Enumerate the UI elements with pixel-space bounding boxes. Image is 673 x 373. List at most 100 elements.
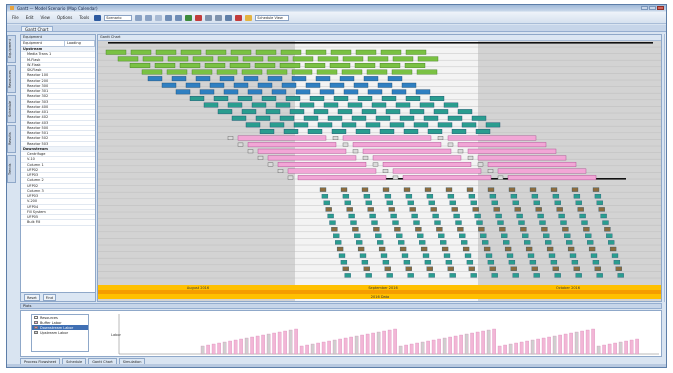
task-bar[interactable] xyxy=(204,63,226,68)
labor-bar[interactable] xyxy=(360,334,364,355)
task-bar[interactable] xyxy=(241,109,257,115)
task-bar[interactable] xyxy=(527,253,535,258)
task-bar[interactable] xyxy=(468,194,476,199)
task-bar[interactable] xyxy=(420,246,428,252)
task-bar[interactable] xyxy=(371,102,387,108)
task-bar[interactable] xyxy=(443,102,459,108)
task-bar[interactable] xyxy=(213,96,229,101)
task-bar[interactable] xyxy=(457,142,547,148)
task-bar[interactable] xyxy=(566,240,573,245)
task-bar[interactable] xyxy=(398,240,405,245)
filter-icon[interactable] xyxy=(94,14,102,21)
task-bar[interactable] xyxy=(497,175,504,180)
task-bar[interactable] xyxy=(541,227,548,232)
task-bar[interactable] xyxy=(352,142,442,148)
task-bar[interactable] xyxy=(506,253,514,258)
task-bar[interactable] xyxy=(403,187,411,192)
task-bar[interactable] xyxy=(363,76,379,82)
labor-bar[interactable] xyxy=(222,341,227,355)
task-bar[interactable] xyxy=(385,109,401,115)
task-bar[interactable] xyxy=(315,76,331,82)
task-bar[interactable] xyxy=(304,63,326,68)
labor-bar[interactable] xyxy=(228,340,232,355)
task-bar[interactable] xyxy=(372,162,379,167)
task-bar[interactable] xyxy=(380,49,402,55)
task-bar[interactable] xyxy=(379,63,401,68)
task-bar[interactable] xyxy=(609,246,617,252)
task-bar[interactable] xyxy=(354,63,376,68)
task-bar[interactable] xyxy=(606,233,613,238)
labor-bar[interactable] xyxy=(261,334,265,355)
task-bar[interactable] xyxy=(333,233,340,238)
task-bar[interactable] xyxy=(305,82,321,88)
task-bar[interactable] xyxy=(129,63,151,68)
task-bar[interactable] xyxy=(179,63,201,68)
task-bar[interactable] xyxy=(227,102,243,108)
task-bar[interactable] xyxy=(562,227,569,232)
task-bar[interactable] xyxy=(507,175,597,181)
task-bar[interactable] xyxy=(483,246,491,252)
task-bar[interactable] xyxy=(353,82,369,88)
task-bar[interactable] xyxy=(344,273,351,278)
task-bar[interactable] xyxy=(433,109,449,115)
task-bar[interactable] xyxy=(419,102,435,108)
task-bar[interactable] xyxy=(141,69,163,75)
task-bar[interactable] xyxy=(470,200,477,205)
labor-bar[interactable] xyxy=(244,337,249,355)
labor-bar[interactable] xyxy=(283,330,287,355)
task-bar[interactable] xyxy=(336,246,344,252)
task-bar[interactable] xyxy=(392,168,482,174)
task-bar[interactable] xyxy=(257,155,264,160)
task-bar[interactable] xyxy=(255,115,271,121)
labor-bar[interactable] xyxy=(250,336,254,355)
task-bar[interactable] xyxy=(347,102,363,108)
task-bar[interactable] xyxy=(191,69,213,75)
task-bar[interactable] xyxy=(365,200,372,205)
task-bar[interactable] xyxy=(457,227,464,232)
labor-bar[interactable] xyxy=(420,341,425,355)
task-bar[interactable] xyxy=(602,220,609,225)
labor-bar[interactable] xyxy=(448,336,452,355)
task-bar[interactable] xyxy=(203,102,219,108)
task-bar[interactable] xyxy=(437,136,444,141)
task-bar[interactable] xyxy=(331,227,338,232)
task-bar[interactable] xyxy=(579,213,586,219)
task-bar[interactable] xyxy=(413,122,429,128)
task-bar[interactable] xyxy=(573,266,580,271)
task-bar[interactable] xyxy=(251,102,267,108)
task-bar[interactable] xyxy=(354,233,361,238)
task-bar[interactable] xyxy=(379,128,395,134)
task-bar[interactable] xyxy=(531,266,538,271)
task-bar[interactable] xyxy=(105,49,127,55)
task-bar[interactable] xyxy=(404,63,426,68)
task-bar[interactable] xyxy=(613,260,621,265)
labor-bar[interactable] xyxy=(591,328,595,355)
gantt-vertical-scrollbar[interactable] xyxy=(664,34,666,302)
task-bar[interactable] xyxy=(289,109,305,115)
view-select[interactable]: Schedule View xyxy=(255,14,290,21)
task-bar[interactable] xyxy=(417,233,424,238)
task-bar[interactable] xyxy=(514,207,521,212)
task-bar[interactable] xyxy=(342,56,364,62)
task-bar[interactable] xyxy=(293,122,309,128)
task-bar[interactable] xyxy=(443,253,451,258)
task-bar[interactable] xyxy=(323,200,330,205)
task-bar[interactable] xyxy=(497,220,504,225)
task-bar[interactable] xyxy=(205,49,227,55)
task-bar[interactable] xyxy=(155,49,177,55)
task-bar[interactable] xyxy=(461,122,477,128)
task-bar[interactable] xyxy=(242,56,264,62)
task-bar[interactable] xyxy=(243,76,259,82)
task-bar[interactable] xyxy=(467,148,557,154)
labor-bar[interactable] xyxy=(272,332,276,355)
task-bar[interactable] xyxy=(409,109,425,115)
zoom-in-icon[interactable] xyxy=(135,14,143,21)
task-bar[interactable] xyxy=(512,200,519,205)
task-bar[interactable] xyxy=(277,169,284,174)
task-bar[interactable] xyxy=(291,76,307,82)
task-bar[interactable] xyxy=(154,63,176,68)
task-bar[interactable] xyxy=(375,115,391,121)
person-icon[interactable] xyxy=(245,14,253,21)
column-loading[interactable]: Loading xyxy=(65,41,95,46)
task-bar[interactable] xyxy=(384,266,391,271)
